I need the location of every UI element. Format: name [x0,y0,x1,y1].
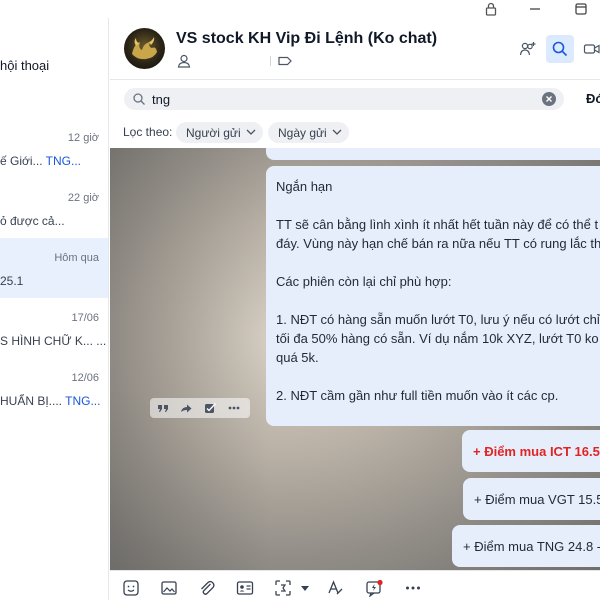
message-search-bar: Đó [110,80,600,118]
message-bubble-buy-tng[interactable]: + Điểm mua TNG 24.8 - [452,525,600,567]
conversation-preview: ỏ được cả... [0,214,65,228]
conversation-preview: HUẨN BỊ.... TNG... [0,394,101,408]
message-bubble-partial[interactable] [266,148,600,160]
minimize-icon[interactable] [527,1,543,17]
search-box[interactable] [124,88,564,110]
filter-date-label: Ngày gửi [278,126,327,140]
conversation-time: 12/06 [71,372,99,384]
conversation-item[interactable]: 12 giờ ế Giới... TNG... [0,118,108,178]
message-line: quá 5k. [276,350,319,365]
bull-bear-logo-icon [132,37,157,60]
message-line: tối đa 50% hàng có sẵn. Ví dụ nắm 10k XY… [276,331,600,346]
message-text: + Điểm mua VGT 15.5- [474,492,600,507]
members-icon[interactable] [176,54,192,68]
more-options-icon[interactable] [404,579,422,597]
attachment-icon[interactable] [198,579,216,597]
conversation-time: 22 giờ [67,192,99,204]
header-separator [270,56,271,66]
add-member-button[interactable] [514,35,542,63]
message-line: Ngắn hạn [276,179,333,194]
chevron-down-icon [332,129,342,135]
conversation-list-header: hội thoại [0,58,50,73]
search-messages-button[interactable] [546,35,574,63]
conversation-item-active[interactable]: Hôm qua 25.1 [0,238,108,298]
window-title-bar [0,0,600,18]
message-line: Các phiên còn lại chỉ phù hợp: [276,274,452,289]
maximize-icon[interactable] [573,1,589,17]
video-call-button[interactable] [578,35,600,63]
video-camera-icon [583,44,600,54]
close-search-button[interactable]: Đó [586,91,600,106]
message-line: 1. NĐT có hàng sẵn muốn lướt T0, lưu ý n… [276,312,600,327]
clear-search-icon[interactable] [542,92,556,106]
message-line-blank [276,253,600,272]
message-text: + Điểm mua ICT 16.5- [473,444,600,459]
message-bubble-buy-vgt[interactable]: + Điểm mua VGT 15.5- [463,478,600,520]
chevron-down-icon [246,129,256,135]
preview-keyword: TNG... [65,394,101,408]
forward-icon[interactable] [179,401,193,415]
composer-toolbar [110,570,600,600]
message-line-blank [276,291,600,310]
message-bubble-buy-ict[interactable]: + Điểm mua ICT 16.5- [462,430,600,472]
screenshot-icon[interactable] [274,579,292,597]
conversation-item[interactable]: 12/06 HUẨN BỊ.... TNG... [0,358,108,418]
search-icon [133,93,145,105]
caret-down-icon[interactable] [296,579,314,597]
conversation-preview: ế Giới... TNG... [0,154,82,168]
conversation-item[interactable]: 22 giờ ỏ được cả... [0,178,108,238]
sticker-icon[interactable] [122,579,140,597]
message-line: 2. NĐT cầm gần như full tiền muốn vào ít… [276,388,559,403]
contact-card-icon[interactable] [236,579,254,597]
conversation-preview: 25.1 [0,274,24,288]
conversation-time: Hôm qua [54,252,99,264]
conversation-preview: S HÌNH CHỮ K... ... [0,334,107,348]
urgent-message-icon[interactable] [365,579,383,597]
more-options-icon[interactable] [227,401,241,415]
chat-header: VS stock KH Vip Đi Lệnh (Ko chat) [110,18,600,80]
lock-icon[interactable] [483,1,499,17]
quote-icon[interactable] [156,401,170,415]
message-actions [150,398,250,418]
search-filters: Lọc theo: Người gửi Ngày gửi [110,118,600,148]
filter-sender-label: Người gửi [186,126,241,140]
message-line: đáy. Vùng này hạn chế bán ra nữa nếu TT … [276,236,600,251]
message-area[interactable]: Ngắn hạn TT sẽ cân bằng lình xình ít nhấ… [110,148,600,570]
preview-keyword: TNG... [45,154,82,168]
background-shade [110,148,270,570]
message-line-blank [276,367,600,386]
tag-icon[interactable] [277,54,293,68]
create-task-icon[interactable] [203,401,217,415]
conversation-list: hội thoại 12 giờ ế Giới... TNG... 22 giờ… [0,18,109,600]
search-input[interactable] [152,90,532,108]
filter-label: Lọc theo: [123,125,173,139]
message-text: + Điểm mua TNG 24.8 - [463,539,600,554]
conversation-item[interactable]: 17/06 S HÌNH CHỮ K... ... [0,298,108,358]
message-line-blank [276,196,600,215]
image-icon[interactable] [160,579,178,597]
conversation-time: 17/06 [71,312,99,324]
search-icon [552,41,568,57]
group-avatar[interactable] [124,28,165,69]
chat-title[interactable]: VS stock KH Vip Đi Lệnh (Ko chat) [176,30,437,48]
message-bubble[interactable]: Ngắn hạn TT sẽ cân bằng lình xình ít nhấ… [266,166,600,426]
conversation-time: 12 giờ [67,132,99,144]
message-line: TT sẽ cân bằng lình xình ít nhất hết tuầ… [276,217,599,232]
add-user-icon [519,42,536,56]
filter-sender-dropdown[interactable]: Người gửi [176,122,263,143]
text-format-icon[interactable] [326,579,344,597]
filter-date-dropdown[interactable]: Ngày gửi [268,122,349,143]
